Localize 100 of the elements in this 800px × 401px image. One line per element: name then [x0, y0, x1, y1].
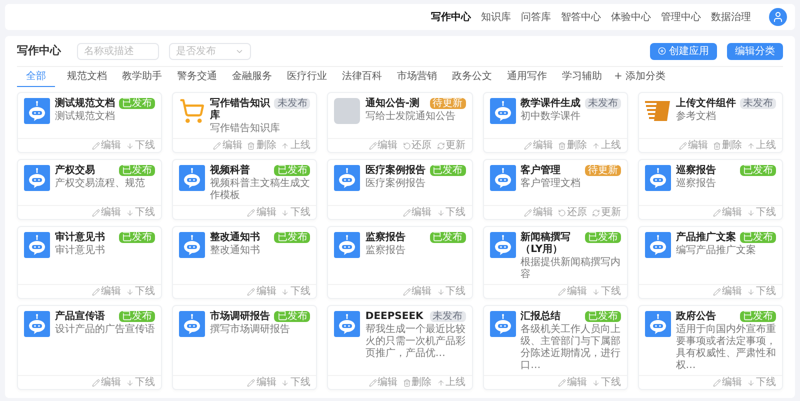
- category-tab[interactable]: 市场营销: [394, 66, 440, 86]
- card-action-link[interactable]: 编辑: [247, 286, 276, 298]
- create-app-button[interactable]: 创建应用: [650, 42, 717, 60]
- status-select[interactable]: 是否发布: [169, 42, 251, 60]
- status-tag: 未发布: [430, 311, 466, 322]
- card-action-link[interactable]: 上线: [281, 140, 310, 152]
- category-tab[interactable]: 金融服务: [229, 66, 275, 86]
- card-action-link[interactable]: 编辑: [402, 286, 432, 298]
- plus-icon: [658, 47, 666, 55]
- card-action-link[interactable]: 编辑: [712, 206, 742, 218]
- nav-link[interactable]: 智答中心: [561, 10, 601, 24]
- card-action-link[interactable]: 删除: [558, 140, 587, 152]
- app-card[interactable]: 产权交易 已发布 产权交易流程、规范 编辑 下线: [17, 159, 162, 220]
- status-tag: 待更新: [584, 165, 621, 176]
- app-title: 审计意见书: [55, 232, 106, 244]
- nav-link[interactable]: 知识库: [481, 10, 511, 24]
- robot-icon: [179, 165, 206, 191]
- card-action-link[interactable]: 下线: [126, 376, 156, 388]
- card-action-link[interactable]: 下线: [592, 286, 621, 298]
- app-card[interactable]: 监察报告 已发布 监察报告 编辑 下线: [327, 226, 473, 299]
- app-card[interactable]: 写作错告知识库 未发布 写作错告知识库 编辑 删除 上线: [172, 92, 318, 153]
- category-tab[interactable]: 全部: [17, 66, 55, 86]
- card-action-link[interactable]: 下线: [746, 206, 776, 218]
- category-tab[interactable]: 政务公文: [449, 66, 495, 86]
- card-action-link[interactable]: 编辑: [558, 376, 587, 388]
- app-card[interactable]: 测试规范文档 已发布 测试规范文档 编辑 下线: [17, 92, 162, 153]
- category-tab[interactable]: 医疗行业: [284, 66, 330, 86]
- app-card[interactable]: 客户管理 待更新 客户管理文档 编辑 还原 更新: [482, 159, 628, 220]
- card-action-link[interactable]: 上线: [592, 140, 621, 152]
- nav-link[interactable]: 体验中心: [611, 10, 651, 24]
- card-action-link[interactable]: 编辑: [368, 140, 398, 152]
- card-action-link[interactable]: 下线: [126, 206, 156, 218]
- add-category-link[interactable]: + 添加分类: [614, 69, 666, 84]
- card-action-link[interactable]: 编辑: [402, 206, 432, 218]
- card-action-link[interactable]: 删除: [712, 140, 742, 152]
- card-action-link[interactable]: 上线: [746, 140, 776, 152]
- card-action-link[interactable]: 更新: [592, 206, 621, 218]
- card-action-link[interactable]: 下线: [592, 376, 621, 388]
- app-card[interactable]: 产品推广文案 已发布 编写产品推广文案 编辑 下线: [638, 226, 783, 299]
- app-card[interactable]: 市场调研报告 已发布 撰写市场调研报告 编辑 下线: [172, 305, 318, 390]
- edit-category-button[interactable]: 编辑分类: [727, 42, 783, 60]
- card-action-link[interactable]: 下线: [436, 206, 466, 218]
- app-card[interactable]: 通知公告-测 待更新 写给士发院通知公告 编辑 还原 更新: [327, 92, 473, 153]
- card-action-link[interactable]: 编辑: [92, 140, 122, 152]
- search-field[interactable]: 名称或描述: [77, 42, 159, 60]
- card-action-link[interactable]: 下线: [126, 140, 156, 152]
- avatar[interactable]: [769, 8, 787, 26]
- card-action-link[interactable]: 下线: [281, 286, 310, 298]
- card-action-link[interactable]: 编辑: [92, 206, 122, 218]
- card-action-link[interactable]: 编辑: [712, 286, 742, 298]
- card-action-link[interactable]: 更新: [436, 140, 466, 152]
- app-card[interactable]: 汇报总结 已发布 各级机关工作人员向上级、主管部门与下属部分陈述近期情况，进行口… 编辑 下线: [482, 305, 628, 390]
- card-action-link[interactable]: 删除: [247, 140, 276, 152]
- app-card[interactable]: 新闻稿撰写（LY用） 已发布 根据提供新闻稿撰写内容 编辑 下线: [482, 226, 628, 299]
- category-tab[interactable]: 法律百科: [339, 66, 385, 86]
- app-card[interactable]: 上传文件组件 未发布 参考文档 编辑 删除 上线: [638, 92, 783, 153]
- card-action-link[interactable]: 编辑: [524, 206, 553, 218]
- cart-icon: [179, 98, 206, 124]
- app-card[interactable]: 教学课件生成 未发布 初中数学课件 编辑 删除 上线: [482, 92, 628, 153]
- card-action-link[interactable]: 下线: [746, 286, 776, 298]
- status-tag: 已发布: [584, 232, 621, 243]
- category-tab[interactable]: 教学助手: [119, 66, 165, 86]
- card-action-link[interactable]: 编辑: [213, 140, 242, 152]
- app-card[interactable]: 医疗案例报告 已发布 医疗案例报告 编辑 下线: [327, 159, 473, 220]
- card-action-link[interactable]: 下线: [281, 376, 310, 388]
- app-description: 整改通知书: [210, 245, 262, 257]
- card-action-link[interactable]: 编辑: [524, 140, 553, 152]
- robot-icon: [334, 232, 360, 258]
- app-card[interactable]: 视频科普 已发布 视频科普主文稿生成文作模板 编辑 下线: [172, 159, 318, 220]
- nav-link[interactable]: 问答库: [521, 10, 551, 24]
- app-card[interactable]: 整改通知书 已发布 整改通知书 编辑 下线: [172, 226, 318, 299]
- card-action-link[interactable]: 编辑: [712, 376, 742, 388]
- app-card[interactable]: 政府公告 已发布 适用于向国内外宣布重要事项或者法定事项，具有权威性、严肃性和权… 编辑 下线: [638, 305, 783, 390]
- card-action-link[interactable]: 删除: [402, 376, 432, 388]
- card-action-link[interactable]: 编辑: [558, 286, 587, 298]
- category-tab[interactable]: 规范文档: [64, 66, 110, 86]
- card-action-link[interactable]: 编辑: [247, 376, 276, 388]
- card-action-link[interactable]: 编辑: [678, 140, 708, 152]
- app-card[interactable]: 审计意见书 已发布 审计意见书 编辑 下线: [17, 226, 162, 299]
- card-action-link[interactable]: 还原: [402, 140, 432, 152]
- app-card[interactable]: DEEPSEEK 未发布 帮我生成一个最近比较火的只需一次机产品彩页推广，产品优… 编辑 删除 上线: [327, 305, 473, 390]
- card-action-link[interactable]: 下线: [281, 206, 310, 218]
- card-action-link[interactable]: 编辑: [92, 376, 122, 388]
- arrow-down-icon: [281, 208, 290, 216]
- card-action-link[interactable]: 编辑: [92, 286, 122, 298]
- card-action-link[interactable]: 下线: [436, 286, 466, 298]
- nav-link[interactable]: 管理中心: [661, 10, 701, 24]
- app-card[interactable]: 产品宣传语 已发布 设计产品的广告宣传语 编辑 下线: [17, 305, 162, 390]
- card-action-link[interactable]: 下线: [746, 376, 776, 388]
- category-tab[interactable]: 通用写作: [504, 66, 550, 86]
- card-action-link[interactable]: 编辑: [247, 206, 276, 218]
- app-card[interactable]: 巡察报告 已发布 巡察报告 编辑 下线: [638, 159, 783, 220]
- card-action-link[interactable]: 编辑: [368, 376, 398, 388]
- category-tab[interactable]: 学习辅助: [559, 66, 605, 86]
- card-action-link[interactable]: 还原: [558, 206, 587, 218]
- nav-link[interactable]: 数据治理: [711, 10, 751, 24]
- card-action-link[interactable]: 下线: [126, 286, 156, 298]
- nav-link[interactable]: 写作中心: [431, 10, 471, 24]
- category-tab[interactable]: 警务交通: [174, 66, 220, 86]
- card-action-link[interactable]: 上线: [436, 376, 466, 388]
